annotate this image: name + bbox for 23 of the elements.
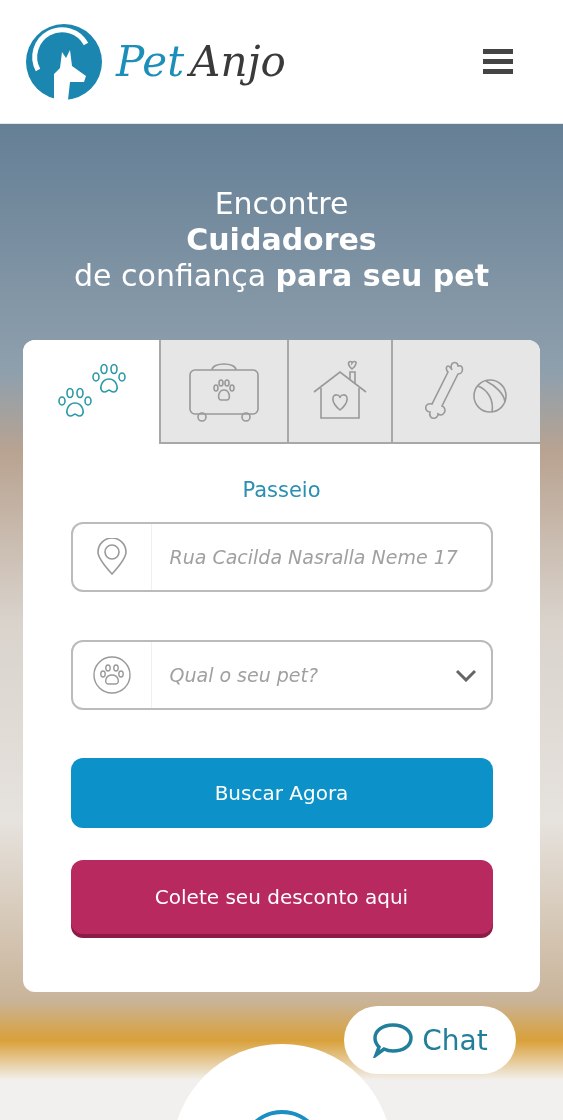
- service-tab[interactable]: [159, 340, 287, 444]
- suitcase-icon: [188, 360, 260, 422]
- headline-text: Cuidadores: [185, 222, 378, 258]
- chat-button[interactable]: Chat: [344, 1006, 516, 1074]
- pet-select[interactable]: Qual o seu pet?: [70, 640, 493, 710]
- chevron-down-icon: [454, 668, 477, 682]
- logo-text: Pet: [116, 37, 185, 86]
- service-tab[interactable]: [287, 340, 391, 444]
- menu-button[interactable]: [483, 48, 513, 75]
- speech-bubble-icon: [372, 1022, 415, 1058]
- headline-text: Encontre: [213, 186, 350, 222]
- service-tab[interactable]: [391, 340, 540, 444]
- location-pin-icon: [96, 538, 127, 576]
- headline-text: de confiança para seu pet: [74, 258, 489, 294]
- pet-select-placeholder: Qual o seu pet?: [168, 664, 320, 686]
- search-button[interactable]: Buscar Agora: [70, 758, 493, 828]
- menu-icon: [483, 48, 513, 75]
- address-field[interactable]: Rua Cacilda Nasralla Neme 17: [70, 522, 493, 592]
- address-field-placeholder: Rua Cacilda Nasralla Neme 17: [168, 546, 459, 568]
- house-heart-icon: [312, 360, 368, 422]
- logo-icon: [24, 21, 104, 102]
- paw-icon: [92, 656, 131, 694]
- service-title: Passeio: [242, 478, 321, 502]
